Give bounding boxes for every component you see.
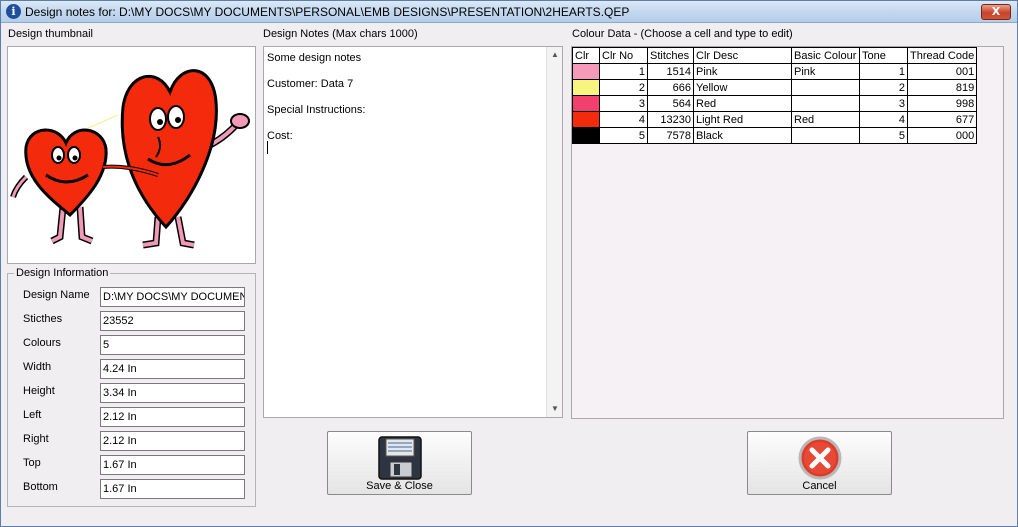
bottom-field[interactable]: 1.67 In xyxy=(100,479,245,499)
clr-desc-cell[interactable]: Black xyxy=(693,127,792,144)
colour-swatch-cell[interactable] xyxy=(572,63,600,80)
clr-no-cell[interactable]: 1 xyxy=(599,63,648,80)
stitches-cell[interactable]: 7578 xyxy=(647,127,694,144)
stitches-label: Sticthes xyxy=(23,313,63,325)
save-close-label: Save & Close xyxy=(366,480,433,492)
design-thumbnail xyxy=(7,46,256,264)
width-field[interactable]: 4.24 In xyxy=(100,359,245,379)
design-name-label: Design Name xyxy=(23,289,90,301)
stitches-cell[interactable]: 666 xyxy=(647,79,694,96)
table-row[interactable]: 3 564 Red 3 998 xyxy=(572,95,978,112)
colour-swatch-cell[interactable] xyxy=(572,95,600,112)
notes-line: Some design notes xyxy=(267,52,362,64)
stitches-field[interactable]: 23552 xyxy=(100,311,245,331)
table-header-row: Clr Clr No Stitches Clr Desc Basic Colou… xyxy=(572,47,978,64)
table-row[interactable]: 4 13230 Light Red Red 4 677 xyxy=(572,111,978,128)
height-field[interactable]: 3.34 In xyxy=(100,383,245,403)
top-field[interactable]: 1.67 In xyxy=(100,455,245,475)
design-name-field[interactable]: D:\MY DOCS\MY DOCUMENTS\PERSONAL\EMB DES… xyxy=(100,287,245,307)
right-label: Right xyxy=(23,433,49,445)
cancel-button[interactable]: Cancel xyxy=(747,431,892,495)
header-clr-desc[interactable]: Clr Desc xyxy=(693,47,792,64)
header-thread-code[interactable]: Thread Code xyxy=(906,47,978,64)
header-clr-no[interactable]: Clr No xyxy=(599,47,648,64)
table-row[interactable]: 2 666 Yellow 2 819 xyxy=(572,79,978,96)
colour-data-grid-panel: Clr Clr No Stitches Clr Desc Basic Colou… xyxy=(571,46,1004,419)
tone-cell[interactable]: 2 xyxy=(859,79,908,96)
stitches-cell[interactable]: 1514 xyxy=(647,63,694,80)
clr-no-cell[interactable]: 3 xyxy=(599,95,648,112)
clr-desc-cell[interactable]: Red xyxy=(693,95,792,112)
window-title: Design notes for: D:\MY DOCS\MY DOCUMENT… xyxy=(25,5,630,19)
table-row[interactable]: 1 1514 Pink Pink 1 001 xyxy=(572,63,978,80)
thread-code-cell[interactable]: 677 xyxy=(906,111,978,128)
cancel-label: Cancel xyxy=(802,480,837,492)
colour-swatch-cell[interactable] xyxy=(572,79,600,96)
scroll-down-icon[interactable]: ▼ xyxy=(547,401,563,417)
tone-cell[interactable]: 1 xyxy=(859,63,908,80)
header-stitches[interactable]: Stitches xyxy=(647,47,694,64)
info-icon: i xyxy=(6,4,21,19)
thread-code-cell[interactable]: 001 xyxy=(906,63,978,80)
table-row[interactable]: 5 7578 Black 5 000 xyxy=(572,127,978,144)
design-notes-textarea[interactable]: Some design notes Customer: Data 7 Speci… xyxy=(263,46,563,418)
basic-colour-cell[interactable] xyxy=(791,127,860,144)
floppy-disk-icon xyxy=(377,436,422,480)
red-x-circle-icon xyxy=(798,436,841,480)
header-tone[interactable]: Tone xyxy=(859,47,908,64)
notes-content: Some design notes Customer: Data 7 Speci… xyxy=(267,52,545,156)
colour-data-label: Colour Data - (Choose a cell and type to… xyxy=(572,28,793,40)
top-label: Top xyxy=(23,457,41,469)
thread-code-cell[interactable]: 819 xyxy=(906,79,978,96)
colour-swatch-cell[interactable] xyxy=(572,127,600,144)
basic-colour-cell[interactable] xyxy=(791,79,860,96)
clr-desc-cell[interactable]: Yellow xyxy=(693,79,792,96)
scroll-up-icon[interactable]: ▲ xyxy=(547,47,563,63)
thread-code-cell[interactable]: 000 xyxy=(906,127,978,144)
bottom-label: Bottom xyxy=(23,481,58,493)
colours-label: Colours xyxy=(23,337,61,349)
clr-no-cell[interactable]: 5 xyxy=(599,127,648,144)
design-notes-label: Design Notes (Max chars 1000) xyxy=(263,28,418,40)
title-bar: i Design notes for: D:\MY DOCS\MY DOCUME… xyxy=(1,1,1017,23)
stitches-cell[interactable]: 564 xyxy=(647,95,694,112)
tone-cell[interactable]: 4 xyxy=(859,111,908,128)
close-button[interactable]: X xyxy=(981,4,1011,20)
design-information-group: Design Information Design Name D:\MY DOC… xyxy=(7,267,256,507)
notes-scrollbar[interactable]: ▲ ▼ xyxy=(546,47,562,417)
width-label: Width xyxy=(23,361,52,373)
left-label: Left xyxy=(23,409,42,421)
clr-no-cell[interactable]: 2 xyxy=(599,79,648,96)
clr-desc-cell[interactable]: Light Red xyxy=(693,111,792,128)
colour-swatch-cell[interactable] xyxy=(572,111,600,128)
clr-no-cell[interactable]: 4 xyxy=(599,111,648,128)
basic-colour-cell[interactable] xyxy=(791,95,860,112)
text-caret xyxy=(267,141,268,154)
save-close-button[interactable]: Save & Close xyxy=(327,431,472,495)
two-hearts-image xyxy=(10,69,250,249)
notes-line: Customer: Data 7 xyxy=(267,78,354,90)
thumbnail-label: Design thumbnail xyxy=(8,28,93,40)
header-basic-colour[interactable]: Basic Colour xyxy=(791,47,860,64)
design-notes-window: i Design notes for: D:\MY DOCS\MY DOCUME… xyxy=(0,0,1018,527)
notes-line: Cost: xyxy=(267,130,293,142)
colour-data-table: Clr Clr No Stitches Clr Desc Basic Colou… xyxy=(572,47,978,144)
tone-cell[interactable]: 3 xyxy=(859,95,908,112)
height-label: Height xyxy=(23,385,55,397)
thread-code-cell[interactable]: 998 xyxy=(906,95,978,112)
tone-cell[interactable]: 5 xyxy=(859,127,908,144)
colours-field[interactable]: 5 xyxy=(100,335,245,355)
stitches-cell[interactable]: 13230 xyxy=(647,111,694,128)
basic-colour-cell[interactable]: Pink xyxy=(791,63,860,80)
clr-desc-cell[interactable]: Pink xyxy=(693,63,792,80)
notes-line: Special Instructions: xyxy=(267,104,366,116)
design-information-legend: Design Information xyxy=(14,267,111,279)
header-clr[interactable]: Clr xyxy=(572,47,600,64)
right-field[interactable]: 2.12 In xyxy=(100,431,245,451)
left-field[interactable]: 2.12 In xyxy=(100,407,245,427)
basic-colour-cell[interactable]: Red xyxy=(791,111,860,128)
